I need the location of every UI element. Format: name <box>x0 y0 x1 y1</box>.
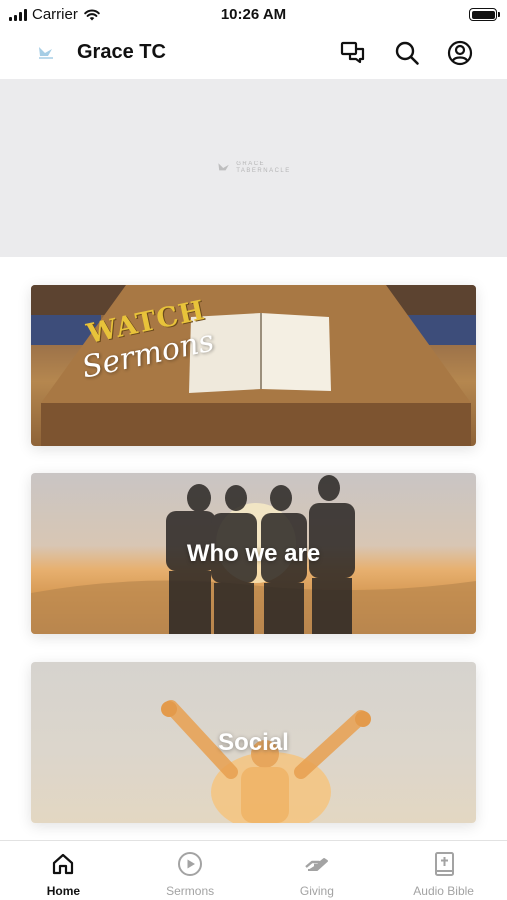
tab-audio-bible-label: Audio Bible <box>413 884 474 898</box>
who-we-are-card[interactable]: Who we are <box>31 473 476 634</box>
who-we-are-title: Who we are <box>186 540 321 567</box>
status-bar: Carrier 10:26 AM <box>0 0 507 28</box>
chat-icon <box>340 41 365 64</box>
battery-icon <box>469 8 500 21</box>
home-icon <box>53 853 74 875</box>
tab-audio-bible[interactable]: Audio Bible <box>380 841 507 900</box>
banner-logo-line2: TABERNACLE <box>236 168 291 174</box>
giving-hand-icon <box>305 858 328 871</box>
banner-logo-line1: GRACE <box>236 161 266 167</box>
play-circle-icon <box>178 852 203 876</box>
search-icon <box>395 41 419 65</box>
tab-sermons-label: Sermons <box>166 884 215 898</box>
profile-button[interactable] <box>445 38 475 68</box>
tab-giving-label: Giving <box>299 884 334 898</box>
profile-icon <box>447 40 473 66</box>
tab-home[interactable]: Home <box>0 841 127 900</box>
tab-home-label: Home <box>46 884 81 898</box>
bottom-tab-bar: Home Sermons Giving Audio Bible <box>0 840 507 900</box>
tab-giving[interactable]: Giving <box>254 841 381 900</box>
dove-icon <box>39 47 53 59</box>
bible-icon <box>434 852 454 876</box>
hero-banner: GRACE TABERNACLE <box>0 79 507 257</box>
banner-logo: GRACE TABERNACLE <box>216 160 291 176</box>
status-time: 10:26 AM <box>220 6 287 23</box>
chat-button[interactable] <box>338 38 368 68</box>
app-title: Grace TC <box>77 41 166 63</box>
dove-icon <box>218 163 230 171</box>
social-card[interactable]: Social <box>31 662 476 823</box>
tab-sermons[interactable]: Sermons <box>127 841 254 900</box>
watch-sermons-card[interactable]: WATCH Sermons <box>31 285 476 446</box>
app-header: Grace TC <box>0 28 507 78</box>
social-title: Social <box>218 729 289 756</box>
search-button[interactable] <box>392 38 422 68</box>
